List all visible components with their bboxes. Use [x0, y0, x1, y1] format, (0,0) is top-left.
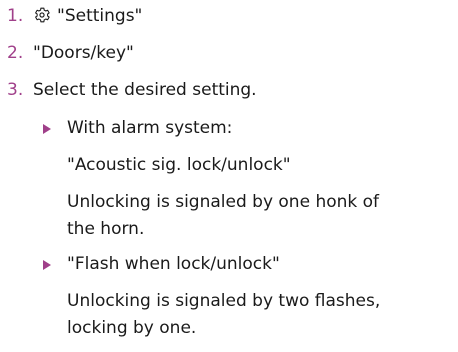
gear-icon [35, 7, 50, 23]
step-2: 2. "Doors/key" [7, 42, 134, 64]
option-description-line: locking by one. [67, 318, 197, 338]
instruction-page: 1. "Settings" 2. "Doors/key" 3. Select the… [0, 0, 458, 352]
step-1: 1. "Settings" [7, 5, 142, 27]
option-setting-name: "Flash when lock/unlock" [67, 254, 280, 274]
option-description-line: the horn. [67, 219, 145, 239]
step-number: 2. [7, 43, 24, 63]
step-text: "Doors/key" [33, 43, 134, 63]
step-number: 1. [7, 6, 24, 26]
option-description-line: Unlocking is signaled by one honk of [67, 192, 380, 212]
option-setting-name: "Acoustic sig. lock/unlock" [67, 155, 291, 175]
bullet-triangle-icon [43, 124, 51, 134]
step-text: "Settings" [57, 6, 143, 26]
step-3: 3. Select the desired setting. [7, 79, 257, 101]
bullet-triangle-icon [43, 260, 51, 270]
step-text: Select the desired setting. [33, 80, 257, 100]
option-heading: With alarm system: [67, 118, 233, 138]
step-number: 3. [7, 80, 24, 100]
option-description-line: Unlocking is signaled by two flashes, [67, 291, 381, 311]
